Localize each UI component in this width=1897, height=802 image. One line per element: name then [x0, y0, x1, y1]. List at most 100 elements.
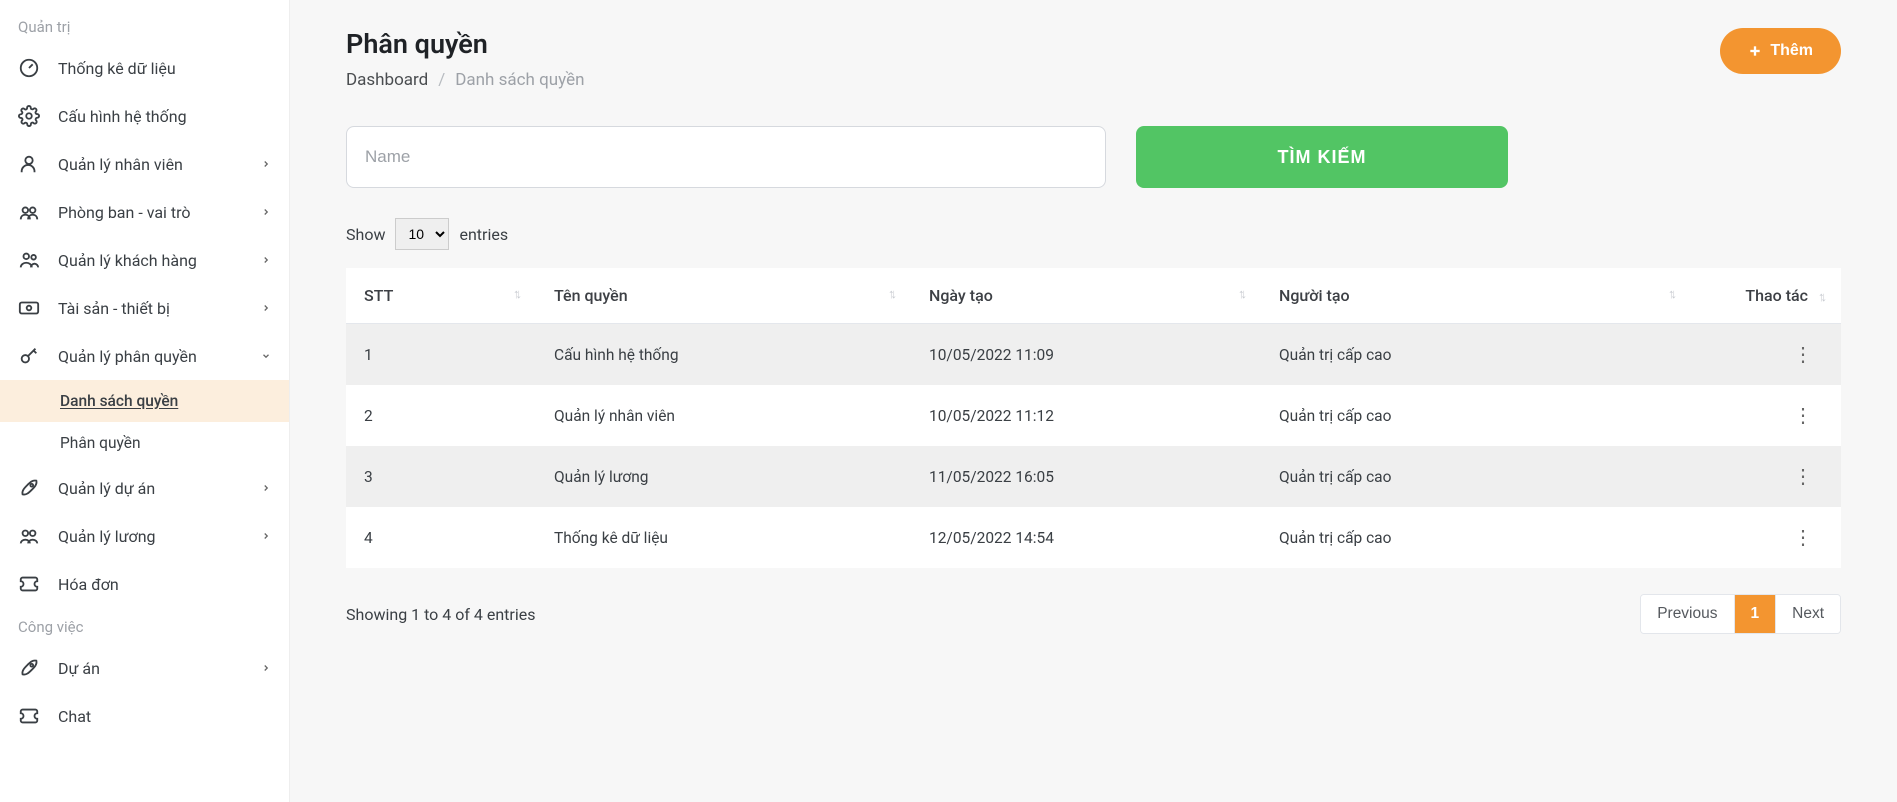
row-actions-button[interactable]: ⋮: [1793, 527, 1813, 547]
row-actions-button[interactable]: ⋮: [1793, 405, 1813, 425]
row-actions-button[interactable]: ⋮: [1793, 466, 1813, 486]
entries-select[interactable]: 10: [395, 218, 449, 250]
table-row: 4Thống kê dữ liệu12/05/2022 14:54Quản tr…: [346, 507, 1841, 568]
cell-actions: ⋮: [1691, 324, 1841, 386]
cell-name: Quản lý lương: [536, 446, 911, 507]
breadcrumb-sep: /: [438, 70, 445, 90]
cell-actions: ⋮: [1691, 385, 1841, 446]
th-label: Ngày tạo: [929, 286, 993, 305]
salary-icon: [18, 525, 40, 547]
sort-icon: ↑↓: [1238, 286, 1243, 302]
gauge-icon: [18, 57, 40, 79]
entries-show-label: Show: [346, 225, 385, 244]
cell-stt: 4: [346, 507, 536, 568]
rocket-icon: [18, 477, 40, 499]
chevron-right-icon: [261, 483, 271, 493]
pager: Previous 1 Next: [1640, 594, 1841, 634]
chevron-right-icon: [261, 255, 271, 265]
cell-name: Cấu hình hệ thống: [536, 324, 911, 386]
sidebar-item-thong-ke[interactable]: Thống kê dữ liệu: [0, 44, 289, 92]
user-icon: [18, 153, 40, 175]
sidebar-item-label: Danh sách quyền: [60, 392, 271, 410]
table-row: 3Quản lý lương11/05/2022 16:05Quản trị c…: [346, 446, 1841, 507]
sort-icon: ↑↓: [1818, 290, 1823, 305]
sidebar-item-cau-hinh[interactable]: Cấu hình hệ thống: [0, 92, 289, 140]
sidebar-item-label: Phân quyền: [60, 434, 271, 452]
sidebar-item-label: Hóa đơn: [58, 575, 271, 594]
cell-creator: Quản trị cấp cao: [1261, 507, 1691, 568]
chevron-right-icon: [261, 159, 271, 169]
entries-row: Show 10 entries: [346, 218, 1841, 250]
main-content: Phân quyền Dashboard / Danh sách quyền T…: [290, 0, 1897, 802]
sidebar-item-nhan-vien[interactable]: Quản lý nhân viên: [0, 140, 289, 188]
chat-icon: [18, 705, 40, 727]
th-ngay-tao[interactable]: Ngày tạo ↑↓: [911, 268, 1261, 324]
th-label: Người tạo: [1279, 286, 1350, 305]
table-row: 1Cấu hình hệ thống10/05/2022 11:09Quản t…: [346, 324, 1841, 386]
sidebar-section-admin: Quản trị: [0, 8, 289, 44]
cell-actions: ⋮: [1691, 446, 1841, 507]
cell-stt: 3: [346, 446, 536, 507]
sidebar-item-label: Cấu hình hệ thống: [58, 107, 271, 126]
sidebar-item-hoa-don[interactable]: Hóa đơn: [0, 560, 289, 608]
sidebar-item-label: Chat: [58, 707, 271, 726]
sidebar-item-khach-hang[interactable]: Quản lý khách hàng: [0, 236, 289, 284]
cell-date: 12/05/2022 14:54: [911, 507, 1261, 568]
sort-icon: ↑↓: [1668, 286, 1673, 302]
pager-page-1[interactable]: 1: [1734, 595, 1776, 633]
sidebar-item-label: Quản lý dự án: [58, 479, 261, 498]
sidebar-item-du-an-work[interactable]: Dự án: [0, 644, 289, 692]
chevron-right-icon: [261, 663, 271, 673]
add-button-label: Thêm: [1770, 42, 1813, 60]
th-label: Tên quyền: [554, 286, 628, 305]
pager-next[interactable]: Next: [1775, 595, 1840, 633]
cell-creator: Quản trị cấp cao: [1261, 385, 1691, 446]
th-stt[interactable]: STT ↑↓: [346, 268, 536, 324]
plus-icon: [1748, 44, 1762, 58]
row-actions-button[interactable]: ⋮: [1793, 344, 1813, 364]
sidebar-item-label: Tài sản - thiết bị: [58, 299, 261, 318]
sidebar-item-chat[interactable]: Chat: [0, 692, 289, 740]
header-row: Phân quyền Dashboard / Danh sách quyền T…: [346, 28, 1841, 90]
cell-stt: 2: [346, 385, 536, 446]
breadcrumb-current: Danh sách quyền: [455, 70, 584, 90]
search-row: TÌM KIẾM: [346, 126, 1841, 188]
search-input[interactable]: [346, 126, 1106, 188]
sidebar-item-phan-quyen[interactable]: Quản lý phân quyền: [0, 332, 289, 380]
cell-date: 10/05/2022 11:09: [911, 324, 1261, 386]
chevron-down-icon: [261, 351, 271, 361]
chevron-right-icon: [261, 207, 271, 217]
cell-name: Thống kê dữ liệu: [536, 507, 911, 568]
sidebar-item-luong[interactable]: Quản lý lương: [0, 512, 289, 560]
chevron-right-icon: [261, 531, 271, 541]
add-button[interactable]: Thêm: [1720, 28, 1841, 74]
cell-stt: 1: [346, 324, 536, 386]
cell-creator: Quản trị cấp cao: [1261, 446, 1691, 507]
table: STT ↑↓ Tên quyền ↑↓ Ngày tạo ↑↓ Người tạ…: [346, 268, 1841, 568]
sidebar-section-work: Công việc: [0, 608, 289, 644]
money-icon: [18, 297, 40, 319]
th-label: STT: [364, 286, 393, 305]
sidebar-item-label: Quản lý nhân viên: [58, 155, 261, 174]
gear-icon: [18, 105, 40, 127]
key-icon: [18, 345, 40, 367]
sidebar-sub-danh-sach-quyen[interactable]: Danh sách quyền: [0, 380, 289, 422]
entries-text-label: entries: [459, 225, 508, 244]
pager-prev[interactable]: Previous: [1641, 595, 1733, 633]
sidebar: Quản trị Thống kê dữ liệu Cấu hình hệ th…: [0, 0, 290, 802]
sidebar-sub-phan-quyen[interactable]: Phân quyền: [0, 422, 289, 464]
sidebar-item-phong-ban[interactable]: Phòng ban - vai trò: [0, 188, 289, 236]
rocket-icon: [18, 657, 40, 679]
th-thao-tac[interactable]: Thao tác ↑↓: [1691, 268, 1841, 324]
breadcrumb-root[interactable]: Dashboard: [346, 70, 428, 90]
th-ten-quyen[interactable]: Tên quyền ↑↓: [536, 268, 911, 324]
sidebar-item-du-an[interactable]: Quản lý dự án: [0, 464, 289, 512]
search-button[interactable]: TÌM KIẾM: [1136, 126, 1508, 188]
cell-date: 10/05/2022 11:12: [911, 385, 1261, 446]
page-title: Phân quyền: [346, 28, 585, 60]
sidebar-item-tai-san[interactable]: Tài sản - thiết bị: [0, 284, 289, 332]
sidebar-item-label: Thống kê dữ liệu: [58, 59, 271, 78]
sidebar-item-label: Quản lý lương: [58, 527, 261, 546]
sidebar-item-label: Quản lý phân quyền: [58, 347, 261, 366]
th-nguoi-tao[interactable]: Người tạo ↑↓: [1261, 268, 1691, 324]
